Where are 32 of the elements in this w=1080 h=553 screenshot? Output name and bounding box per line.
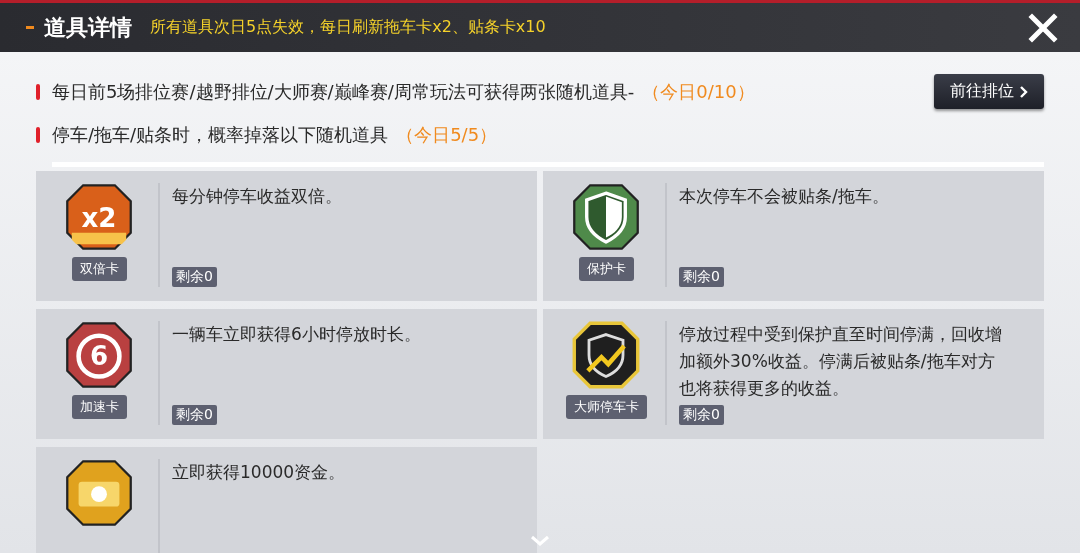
notice-text: 所有道具次日5点失效，每日刷新拖车卡x2、贴条卡x10 [150,17,546,38]
item-name-tag: 保护卡 [578,257,634,281]
icon-label: x2 [81,203,117,234]
daily-count: （今日5/5） [396,122,498,147]
go-ranked-button[interactable]: 前往排位 [934,74,1044,109]
remaining-tag: 剩余0 [172,267,217,287]
item-description: 每分钟停车收益双倍。 [172,185,342,208]
item-name-tag: 加速卡 [71,395,127,419]
remaining-tag: 剩余0 [679,405,724,425]
item-icon [572,321,640,389]
item-name-tag: 双倍卡 [71,257,127,281]
bullet-mark [36,126,40,143]
item-icon [573,184,639,250]
item-name-tag: 大师停车卡 [565,395,647,419]
info-text: 每日前5场排位赛/越野排位/大师赛/巅峰赛/周常玩法可获得两张随机道具- [52,79,635,104]
chevron-icon [1020,85,1028,98]
dialog-title: 道具详情 [44,13,132,42]
item-icon [66,460,132,526]
item-description: 停放过程中受到保护直至时间停满，回收增加额外30%收益。停满后被贴条/拖车对方也将获得更多的收益。 [679,323,1003,401]
item-description: 一辆车立即获得6小时停放时长。 [172,323,421,346]
title-dash [26,26,34,29]
bullet-mark [36,83,40,100]
remaining-tag: 剩余0 [679,267,724,287]
daily-count: （今日0/10） [642,79,755,104]
close-icon[interactable] [1028,12,1058,43]
item-icon [66,184,132,250]
item-description: 本次停车不会被贴条/拖车。 [679,185,889,208]
remaining-tag: 剩余0 [172,405,217,425]
icon-label: 6 [89,341,109,372]
info-text: 停车/拖车/贴条时，概率掉落以下随机道具 [52,122,389,147]
item-icon [66,322,132,388]
item-description: 立即获得10000资金。 [172,461,346,484]
